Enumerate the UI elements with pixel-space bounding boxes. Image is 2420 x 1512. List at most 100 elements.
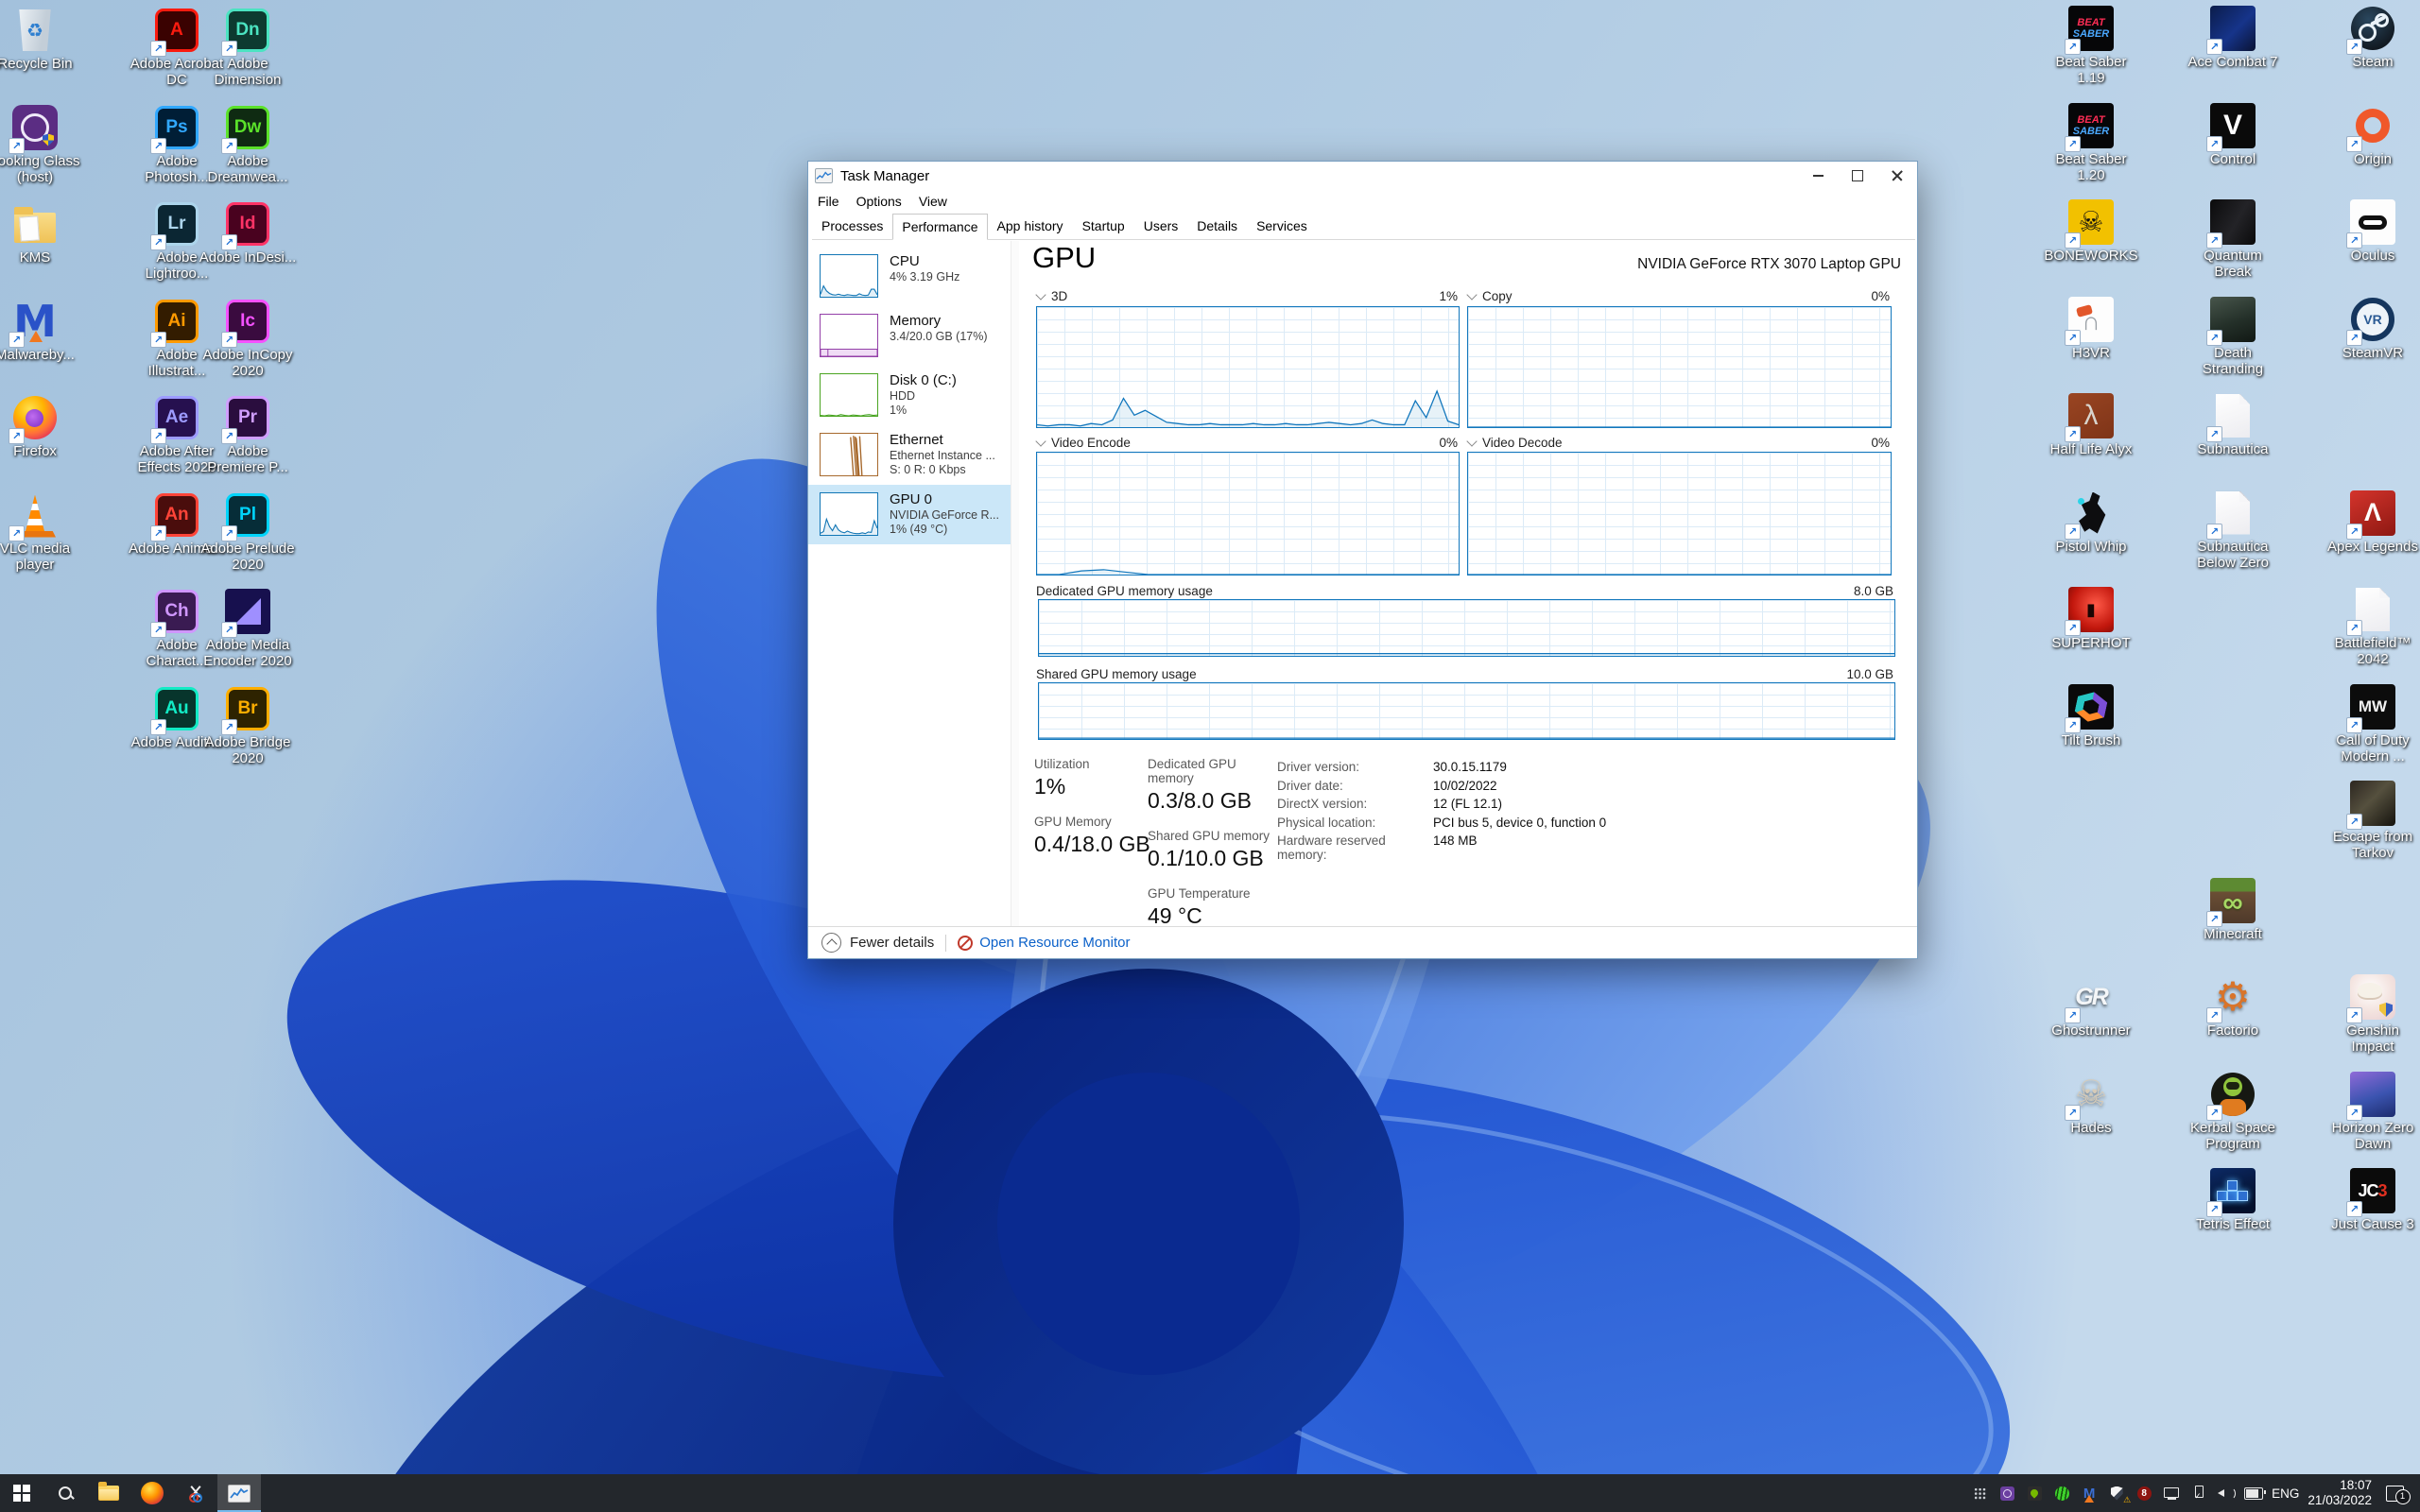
desktop-icon-ace-combat-7[interactable]: ↗Ace Combat 7 (2181, 6, 2285, 70)
nvidia-settings-tray-icon[interactable] (2025, 1483, 2044, 1503)
sidebar-item-memory[interactable]: Memory3.4/20.0 GB (17%) (808, 306, 1011, 366)
desktop-icon-subnautica[interactable]: ↗Subnautica (2181, 393, 2285, 457)
desktop-icon-adobe-prelude[interactable]: Pl↗Adobe Prelude 2020 (196, 492, 300, 573)
maximize-button[interactable] (1838, 162, 1877, 190)
menu-file[interactable]: File (810, 192, 847, 213)
desktop-icon-recycle-bin[interactable]: ♻Recycle Bin (0, 8, 87, 72)
desktop-icon-factorio[interactable]: ⚙↗Factorio (2181, 974, 2285, 1039)
battery-tray-icon[interactable] (2244, 1483, 2263, 1503)
sidebar-scrollbar[interactable] (1011, 241, 1019, 927)
desktop-icon-apex-legends[interactable]: Λ↗Apex Legends (2321, 490, 2420, 555)
shortcut-arrow-icon: ↗ (2206, 524, 2222, 540)
sidebar-item-disk[interactable]: Disk 0 (C:)HDD1% (808, 366, 1011, 425)
desktop-icon-subnautica-below-zero[interactable]: ↗Subnautica Below Zero (2181, 490, 2285, 571)
shortcut-arrow-icon: ↗ (2206, 232, 2222, 249)
chevron-up-icon (821, 933, 841, 953)
taskbar-snipping-tool[interactable] (174, 1474, 217, 1512)
sidebar-item-cpu[interactable]: CPU4% 3.19 GHz (808, 247, 1011, 306)
desktop-icon-firefox[interactable]: ↗Firefox (0, 395, 87, 459)
usb-eject-tray-icon[interactable]: ✓ (2189, 1483, 2208, 1503)
clock[interactable]: 18:07 21/03/2022 (2308, 1478, 2372, 1508)
desktop-icon-ghostrunner[interactable]: GR↗Ghostrunner (2039, 974, 2143, 1039)
desktop-icon-h3vr[interactable]: ∩↗H3VR (2039, 297, 2143, 361)
desktop-icon-kerbal-space-program[interactable]: ↗Kerbal Space Program (2181, 1072, 2285, 1152)
desktop-icon-tetris-effect[interactable]: ↗Tetris Effect (2181, 1168, 2285, 1232)
desktop-icon-just-cause-3[interactable]: JC3↗Just Cause 3 (2321, 1168, 2420, 1232)
sidebar-item-gpu[interactable]: GPU 0NVIDIA GeForce R...1% (49 °C) (808, 485, 1011, 544)
desktop-icon-escape-from-tarkov[interactable]: ↗Escape from Tarkov (2321, 781, 2420, 861)
desktop-icon-vlc-media-player[interactable]: ↗VLC media player (0, 492, 87, 573)
desktop-icon-battlefield-2042[interactable]: ↗Battlefield™ 2042 (2321, 587, 2420, 667)
desktop-icon-hades[interactable]: ☠↗Hades (2039, 1072, 2143, 1136)
desktop-icon-half-life-alyx[interactable]: λ↗Half Life Alyx (2039, 393, 2143, 457)
desktop-icon-horizon-zero-dawn[interactable]: ↗Horizon Zero Dawn (2321, 1072, 2420, 1152)
start-button[interactable] (0, 1474, 43, 1512)
network-tray-icon[interactable] (2162, 1483, 2181, 1503)
tab-details[interactable]: Details (1187, 214, 1247, 239)
desktop-icon-death-stranding[interactable]: ↗Death Stranding (2181, 297, 2285, 377)
tab-startup[interactable]: Startup (1073, 214, 1134, 239)
minimize-button[interactable] (1798, 162, 1838, 190)
desktop-icon-quantum-break[interactable]: ↗Quantum Break (2181, 199, 2285, 280)
desktop-icon-adobe-indesign[interactable]: Id↗Adobe InDesi... (196, 201, 300, 266)
chevron-down-icon[interactable] (1466, 289, 1477, 300)
desktop-icon-adobe-incopy[interactable]: Ic↗Adobe InCopy 2020 (196, 299, 300, 379)
taskbar-file-explorer[interactable] (87, 1474, 130, 1512)
desktop-icon-tilt-brush[interactable]: ↗Tilt Brush (2039, 684, 2143, 748)
desktop-icon-adobe-dimension[interactable]: Dn↗Adobe Dimension (196, 8, 300, 88)
title-bar[interactable]: Task Manager (808, 162, 1917, 190)
desktop-icon-origin[interactable]: ↗Origin (2321, 103, 2420, 167)
desktop-icon-oculus[interactable]: ↗Oculus (2321, 199, 2420, 264)
desktop-icon-minecraft[interactable]: ∞↗Minecraft (2181, 878, 2285, 942)
tab-users[interactable]: Users (1134, 214, 1188, 239)
desktop-icon-adobe-dreamweaver[interactable]: Dw↗Adobe Dreamwea... (196, 105, 300, 185)
desktop-icon-kms[interactable]: KMS (0, 201, 87, 266)
hidden-icons-button[interactable] (1970, 1483, 1989, 1503)
tab-services[interactable]: Services (1247, 214, 1317, 239)
desktop-icon-adobe-premiere-pro[interactable]: Pr↗Adobe Premiere P... (196, 395, 300, 475)
desktop-icon-superhot[interactable]: ▮↗SUPERHOT (2039, 587, 2143, 651)
desktop-icon-steamvr[interactable]: VR↗SteamVR (2321, 297, 2420, 361)
tab-app-history[interactable]: App history (988, 214, 1073, 239)
tab-processes[interactable]: Processes (812, 214, 892, 239)
clock-date: 21/03/2022 (2308, 1493, 2372, 1508)
desktop-icon-looking-glass-host[interactable]: ↗Looking Glass (host) (0, 105, 87, 185)
taskbar-task-manager[interactable] (217, 1474, 261, 1512)
taskbar-firefox[interactable] (130, 1474, 174, 1512)
desktop-icon-control[interactable]: V↗Control (2181, 103, 2285, 167)
desktop-icon-call-of-duty-modern-warfare[interactable]: MW↗Call of Duty Modern ... (2321, 684, 2420, 765)
shortcut-arrow-icon: ↗ (2065, 232, 2081, 249)
razer-synapse-tray-icon[interactable] (2052, 1483, 2071, 1503)
chevron-down-icon[interactable] (1035, 436, 1046, 446)
desktop-icon-beat-saber-120[interactable]: BEATSABER↗Beat Saber 1.20 (2039, 103, 2143, 183)
language-indicator[interactable]: ENG (2272, 1486, 2299, 1501)
desktop-icon-boneworks[interactable]: ☠↗BONEWORKS (2039, 199, 2143, 264)
desktop-icon-beat-saber-119[interactable]: BEATSABER↗Beat Saber 1.19 (2039, 6, 2143, 86)
desktop-icon-adobe-media-encoder[interactable]: ↗Adobe Media Encoder 2020 (196, 589, 300, 669)
menu-view[interactable]: View (911, 192, 955, 213)
tab-performance[interactable]: Performance (892, 214, 987, 240)
open-resource-monitor-link[interactable]: Open Resource Monitor (958, 935, 1130, 951)
desktop-icon-pistol-whip[interactable]: ↗Pistol Whip (2039, 490, 2143, 555)
resource-monitor-icon (958, 936, 973, 951)
desktop-icon-malwarebytes[interactable]: M↗Malwareby... (0, 299, 87, 363)
chevron-down-icon[interactable] (1035, 289, 1046, 300)
desktop-icon-steam[interactable]: ↗Steam (2321, 6, 2420, 70)
looking-glass-tray-icon[interactable] (1997, 1483, 2016, 1503)
menu-options[interactable]: Options (849, 192, 909, 213)
taskbar-search-button[interactable] (43, 1474, 87, 1512)
desktop-icon-label: Adobe Dimension (199, 56, 297, 88)
windows-security-tray-icon[interactable]: ⚠ (2107, 1483, 2126, 1503)
sidebar-sublabel: HDD (890, 389, 915, 404)
sidebar-item-ethernet[interactable]: EthernetEthernet Instance ...S: 0 R: 0 K… (808, 425, 1011, 485)
malwarebytes-tray-icon[interactable]: M (2080, 1483, 2099, 1503)
notification-center-button[interactable]: 1 (2380, 1483, 2409, 1503)
close-button[interactable] (1877, 162, 1917, 190)
tray-app-icon[interactable]: 8 (2135, 1483, 2153, 1503)
chevron-down-icon[interactable] (1466, 436, 1477, 446)
shortcut-arrow-icon: ↗ (221, 525, 237, 541)
volume-tray-icon[interactable] (2217, 1483, 2236, 1503)
desktop-icon-genshin-impact[interactable]: ↗Genshin Impact (2321, 974, 2420, 1055)
desktop-icon-adobe-bridge[interactable]: Br↗Adobe Bridge 2020 (196, 686, 300, 766)
fewer-details-button[interactable]: Fewer details (808, 933, 934, 953)
